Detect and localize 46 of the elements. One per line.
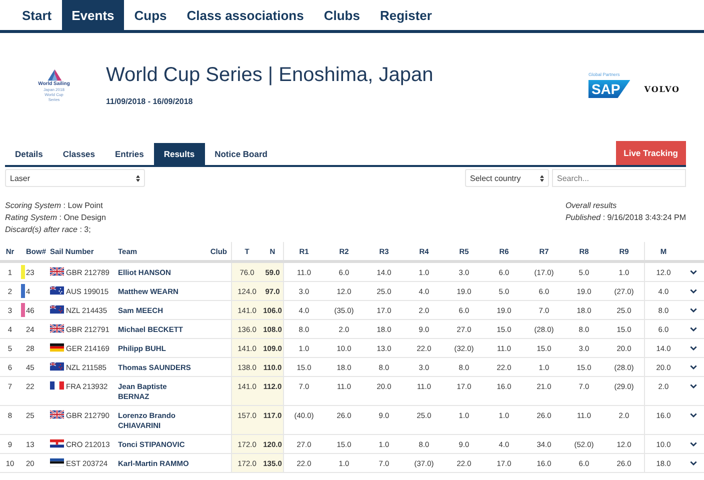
sub-tab[interactable]: Classes (52, 143, 106, 165)
chevron-down-icon[interactable] (690, 289, 696, 294)
nav-tab[interactable]: Register (370, 0, 442, 30)
flag-icon (50, 381, 64, 390)
flag-icon (50, 410, 64, 419)
flag-icon (50, 286, 64, 295)
flag-icon (50, 267, 64, 276)
chevron-down-icon[interactable] (690, 327, 696, 332)
search-field[interactable]: Search... (552, 169, 686, 187)
class-select[interactable]: Laser (5, 169, 145, 187)
flag-icon (50, 362, 64, 371)
chevron-down-icon[interactable] (690, 461, 696, 466)
flag-icon (50, 305, 64, 314)
chevron-down-icon[interactable] (690, 413, 696, 418)
chevron-down-icon[interactable] (690, 365, 696, 370)
flag-icon (50, 439, 64, 448)
nav-tab[interactable]: Start (12, 0, 62, 30)
chevron-down-icon[interactable] (690, 308, 696, 313)
nav-tab[interactable]: Class associations (176, 0, 314, 30)
sub-tab[interactable]: Results (154, 143, 205, 165)
flag-icon (50, 324, 64, 333)
sort-arrows-icon (540, 174, 544, 182)
flag-icon (50, 458, 64, 467)
sub-tab[interactable]: Entries (105, 143, 154, 165)
chevron-down-icon[interactable] (690, 346, 696, 351)
chevron-down-icon[interactable] (690, 270, 696, 275)
overall-title: Overall results (565, 200, 618, 212)
chevron-down-icon[interactable] (690, 384, 696, 389)
event-dates: 11/09/2018 - 16/09/2018 (106, 97, 194, 106)
sap-logo: SAP (588, 80, 630, 98)
live-tracking-button[interactable]: Live Tracking (616, 141, 686, 165)
flag-icon (50, 343, 64, 352)
info-line: Discard(s) after race : 3; (5, 224, 92, 236)
chevron-down-icon[interactable] (690, 442, 696, 447)
sub-tab[interactable]: Notice Board (204, 143, 278, 165)
sub-tab[interactable]: Details (5, 143, 53, 165)
info-line: Scoring System : Low Point (5, 200, 104, 212)
published-line: Published : 9/16/2018 3:43:24 PM (565, 212, 686, 224)
event-title: World Cup Series | Enoshima, Japan (106, 64, 434, 87)
nav-tab[interactable]: Cups (124, 0, 177, 30)
nav-tab[interactable]: Clubs (314, 0, 370, 30)
country-select[interactable]: Select country (465, 169, 549, 187)
info-line: Rating System : One Design (5, 212, 106, 224)
volvo-logo: VOLVO (644, 84, 680, 94)
nav-tab[interactable]: Events (62, 0, 124, 30)
sort-arrows-icon (136, 174, 140, 182)
